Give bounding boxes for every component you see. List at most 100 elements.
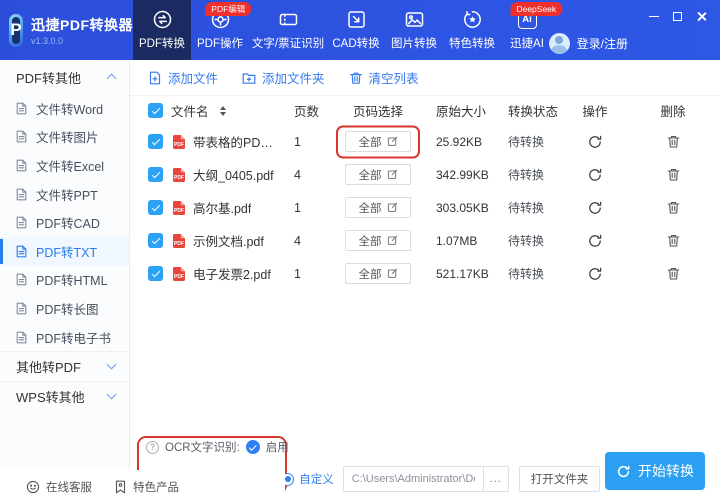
page-select-button[interactable]: 全部	[345, 230, 411, 251]
tab-cad-convert[interactable]: CAD转换	[327, 0, 385, 60]
convert-refresh-icon[interactable]	[587, 167, 603, 183]
add-folder-button[interactable]: 添加文件夹	[242, 68, 325, 87]
tab-pdf-convert[interactable]: PDF转换	[133, 0, 191, 60]
edit-icon	[387, 202, 397, 212]
row-checkbox[interactable]	[148, 200, 163, 215]
edit-icon	[387, 169, 397, 179]
start-convert-button[interactable]: 开始转换	[605, 452, 705, 490]
column-header-name[interactable]: 文件名	[171, 101, 209, 120]
table-row: PDF 示例文档.pdf 4 全部 1.07MB 待转换	[130, 224, 720, 257]
toolbar: 添加文件 添加文件夹 清空列表	[130, 60, 720, 96]
convert-refresh-icon[interactable]	[587, 200, 603, 216]
convert-refresh-icon[interactable]	[587, 233, 603, 249]
sidebar-item-label: PDF转长图	[36, 302, 99, 317]
delete-icon[interactable]	[666, 233, 681, 248]
chevron-down-icon	[106, 389, 117, 400]
delete-icon[interactable]	[666, 266, 681, 281]
tab-ocr-recognize[interactable]: 文字/票证识别	[249, 0, 327, 60]
titlebar: P 迅捷PDF转换器 v1.3.0.0 PDF转换 PDF编辑 PDF操作 文字…	[0, 0, 720, 60]
sidebar-item[interactable]: 文件转PPT	[0, 180, 129, 209]
row-checkbox[interactable]	[148, 134, 163, 149]
save-path-input[interactable]	[342, 466, 483, 492]
sidebar-item-label: PDF转电子书	[36, 331, 112, 346]
file-size: 25.92KB	[436, 134, 483, 149]
sidebar-group-other-to-pdf[interactable]: 其他转PDF	[0, 351, 129, 381]
minimize-button[interactable]	[647, 10, 660, 23]
svg-text:PDF: PDF	[174, 175, 184, 181]
column-header-pages: 页数	[294, 105, 320, 119]
help-icon[interactable]: ?	[146, 440, 159, 454]
add-file-button[interactable]: 添加文件	[148, 68, 218, 87]
sidebar-group-wps-to-other[interactable]: WPS转其他	[0, 381, 129, 411]
sidebar-item[interactable]: 文件转图片	[0, 123, 129, 152]
file-name: 示例文档.pdf	[193, 235, 264, 249]
sidebar-item[interactable]: PDF转电子书	[0, 323, 129, 352]
featured-products-link[interactable]: 特色产品	[114, 479, 179, 495]
pdf-file-icon: PDF	[173, 233, 185, 248]
add-file-icon	[149, 71, 161, 84]
file-size: 521.17KB	[436, 266, 489, 281]
page-select-button[interactable]: 全部	[345, 164, 411, 185]
bookmark-icon	[115, 480, 126, 494]
maximize-button[interactable]	[671, 10, 684, 23]
pdf-file-icon: PDF	[173, 200, 185, 215]
cad-import-icon	[346, 9, 367, 30]
main-area: 添加文件 添加文件夹 清空列表 文件名 页数 页码选择 原始大小 转换状态 操作…	[130, 60, 720, 430]
app-title: 迅捷PDF转换器	[31, 16, 133, 33]
table-row: PDF 大纲_0405.pdf 4 全部 342.99KB 待转换	[130, 158, 720, 191]
open-folder-button[interactable]: 打开文件夹	[518, 466, 601, 492]
check-circle-icon[interactable]	[245, 440, 260, 454]
column-header-action: 操作	[582, 105, 608, 119]
edit-icon	[387, 136, 397, 146]
tab-image-convert[interactable]: 图片转换	[385, 0, 443, 60]
login-link[interactable]: 登录/注册	[577, 35, 628, 52]
clear-list-button[interactable]: 清空列表	[349, 68, 419, 87]
convert-refresh-icon[interactable]	[587, 266, 603, 282]
browse-button[interactable]: ...	[482, 466, 509, 492]
account-area: 登录/注册	[548, 33, 628, 54]
radio-custom[interactable]: 自定义	[281, 471, 334, 487]
ticket-icon	[278, 9, 299, 30]
chevron-down-icon	[106, 359, 117, 370]
tab-pdf-operate[interactable]: PDF编辑 PDF操作	[191, 0, 252, 60]
tab-xunjie-ai[interactable]: DeepSeek Ai 迅捷AI	[501, 0, 563, 60]
page-select-value: 全部	[358, 235, 382, 248]
sidebar-item[interactable]: PDF转TXT	[0, 236, 129, 266]
close-button[interactable]	[695, 10, 708, 23]
sidebar-item[interactable]: PDF转CAD	[0, 208, 129, 237]
sort-icon[interactable]	[219, 105, 226, 116]
sidebar-item[interactable]: PDF转长图	[0, 294, 129, 323]
row-checkbox[interactable]	[148, 167, 163, 182]
delete-icon[interactable]	[666, 167, 681, 182]
file-size: 1.07MB	[436, 233, 478, 248]
table-row: PDF 高尔基.pdf 1 全部 303.05KB 待转换	[130, 191, 720, 224]
menu-icon[interactable]	[623, 10, 636, 23]
select-all-checkbox[interactable]	[148, 103, 163, 118]
row-checkbox[interactable]	[148, 266, 163, 281]
avatar[interactable]	[548, 33, 570, 54]
page-select-button[interactable]: 全部	[345, 131, 411, 152]
page-select-button[interactable]: 全部	[345, 263, 411, 284]
page-select-value: 全部	[358, 268, 382, 281]
row-checkbox[interactable]	[148, 233, 163, 248]
app-logo: P 迅捷PDF转换器 v1.3.0.0	[0, 0, 133, 60]
sidebar-item[interactable]: PDF转HTML	[0, 266, 129, 295]
tab-special-convert[interactable]: 特色转换	[443, 0, 501, 60]
pdf-file-icon: PDF	[173, 134, 185, 149]
page-select-button[interactable]: 全部	[345, 197, 411, 218]
sidebar-item[interactable]: 文件转Word	[0, 94, 129, 123]
document-icon	[16, 331, 27, 343]
sidebar-item[interactable]: 文件转Excel	[0, 151, 129, 180]
convert-icon	[617, 465, 630, 477]
delete-icon[interactable]	[666, 134, 681, 149]
add-folder-icon	[242, 72, 256, 84]
sidebar-group-pdf-to-other[interactable]: PDF转其他	[0, 60, 129, 94]
online-service-link[interactable]: 在线客服	[26, 479, 92, 495]
page-count: 1	[294, 134, 301, 149]
document-icon	[16, 159, 27, 172]
convert-status: 待转换	[508, 201, 545, 215]
edit-icon	[387, 268, 397, 278]
convert-refresh-icon[interactable]	[587, 134, 603, 150]
document-icon	[16, 302, 27, 315]
delete-icon[interactable]	[666, 200, 681, 215]
